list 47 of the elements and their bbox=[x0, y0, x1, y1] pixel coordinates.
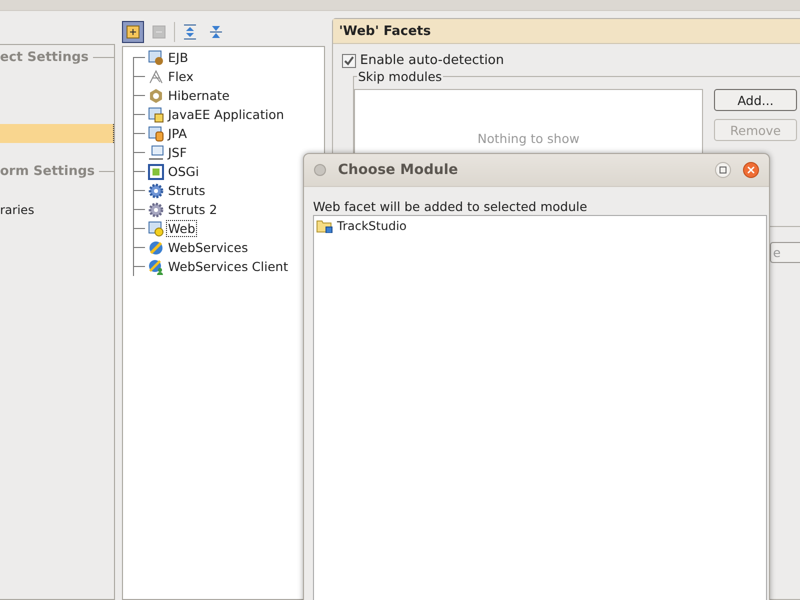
folder-icon bbox=[316, 219, 333, 233]
gear-icon bbox=[148, 182, 164, 198]
module-icon bbox=[148, 106, 164, 122]
osgi-icon bbox=[148, 164, 164, 180]
module-item[interactable]: TrackStudio bbox=[337, 219, 407, 233]
section-heading: orm Settings bbox=[0, 164, 95, 179]
globe-user-icon bbox=[148, 258, 164, 274]
remove-icon bbox=[152, 25, 166, 39]
web-module-icon bbox=[148, 220, 164, 236]
tree-item[interactable]: WebServices Client bbox=[166, 258, 290, 275]
panel-title: 'Web' Facets bbox=[339, 24, 431, 38]
checkbox-label: Enable auto-detection bbox=[360, 53, 504, 68]
tree-item[interactable]: JavaEE Application bbox=[166, 106, 286, 123]
dialog-message: Web facet will be added to selected module bbox=[313, 199, 588, 214]
group-legend: Skip modules bbox=[357, 69, 443, 84]
tree-item[interactable]: OSGi bbox=[166, 163, 201, 180]
tree-item[interactable]: Web bbox=[166, 220, 198, 237]
collapse-all-icon bbox=[208, 24, 224, 40]
tree-item[interactable]: Flex bbox=[166, 68, 196, 85]
tree-item[interactable]: WebServices bbox=[166, 239, 250, 256]
jsf-icon bbox=[148, 144, 164, 160]
tree-item[interactable]: Hibernate bbox=[166, 87, 232, 104]
add-button[interactable] bbox=[122, 21, 144, 43]
settings-item[interactable]: raries bbox=[0, 200, 114, 219]
empty-text: Nothing to show bbox=[478, 131, 580, 146]
window-menu-icon bbox=[314, 164, 326, 176]
tree-item[interactable]: Struts 2 bbox=[166, 201, 220, 218]
maximize-button[interactable] bbox=[715, 162, 731, 178]
close-button[interactable] bbox=[743, 162, 759, 178]
add-icon bbox=[126, 25, 140, 39]
maximize-icon bbox=[719, 166, 727, 174]
tree-item[interactable]: EJB bbox=[166, 49, 190, 66]
flex-icon bbox=[148, 68, 164, 84]
hibernate-icon bbox=[148, 88, 164, 104]
tree-item[interactable]: JSF bbox=[166, 144, 189, 161]
add-button[interactable]: Add... bbox=[714, 89, 797, 111]
checkbox[interactable] bbox=[342, 54, 356, 68]
section-heading: ect Settings bbox=[0, 50, 89, 65]
dialog-title: Choose Module bbox=[338, 162, 460, 178]
module-icon bbox=[148, 50, 164, 66]
tree-item[interactable]: Struts bbox=[166, 182, 208, 199]
tree-item[interactable]: JPA bbox=[166, 125, 189, 142]
expand-all-icon bbox=[182, 24, 198, 40]
database-icon bbox=[148, 126, 164, 142]
close-icon bbox=[747, 166, 755, 174]
globe-icon bbox=[148, 240, 164, 256]
gear-icon bbox=[148, 202, 164, 218]
